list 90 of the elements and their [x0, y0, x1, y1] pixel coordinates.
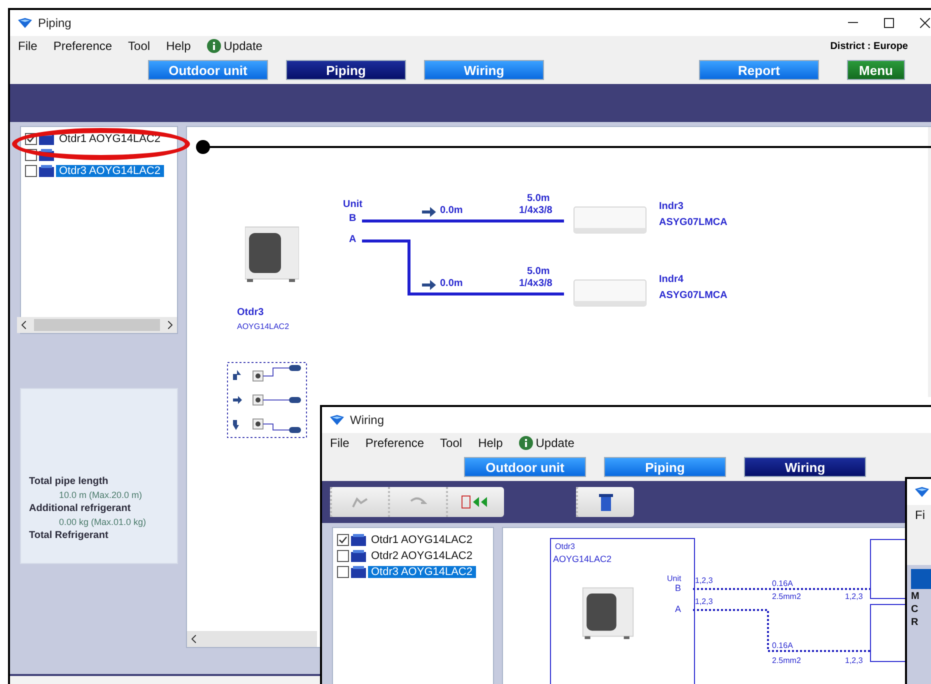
terminal-label: 1,2,3 [845, 592, 863, 601]
trash-icon [598, 492, 614, 512]
pipe-length: 5.0m [527, 193, 550, 204]
app-logo-icon [915, 487, 929, 497]
port-label: B [675, 583, 682, 593]
menu-button[interactable]: Menu [847, 60, 905, 80]
minimize-icon[interactable] [848, 22, 858, 24]
horizontal-scrollbar[interactable] [187, 631, 317, 647]
tree-item[interactable]: Otdr2 AOYG14LAC2 [368, 550, 476, 562]
checkbox[interactable] [337, 534, 349, 546]
nav-tab[interactable]: Outdoor unit [464, 457, 586, 477]
checkbox[interactable] [25, 165, 37, 177]
cable-label: 2.5mm2 [772, 656, 801, 665]
scroll-right-icon[interactable] [168, 321, 173, 329]
port-label: A [675, 604, 682, 614]
current-label: 0.16A [772, 579, 793, 588]
window-title: Piping [38, 16, 72, 30]
pipe-length: 5.0m [527, 266, 550, 277]
tree-item[interactable]: Otdr3 AOYG14LAC2 [368, 566, 476, 578]
nav-tab[interactable]: Wiring [424, 60, 544, 80]
indoor-unit-model: ASYG07LMCA [659, 217, 728, 228]
summary-label: Total pipe length [29, 476, 110, 487]
maximize-icon[interactable] [884, 18, 894, 28]
checkbox[interactable] [337, 550, 349, 562]
summary-label: Total Refrigerant [29, 530, 110, 541]
horizontal-scrollbar[interactable] [17, 317, 177, 333]
outdoor-unit-name: Otdr3 [555, 542, 576, 551]
row-label: C [911, 604, 920, 615]
unit-label: Unit [667, 574, 682, 583]
terminal-label: 1,2,3 [695, 576, 713, 585]
menu-item[interactable]: Help [478, 436, 503, 450]
menu-item[interactable]: Tool [128, 39, 150, 53]
current-label: 0.16A [772, 641, 793, 650]
terminal-label: 1,2,3 [845, 656, 863, 665]
window-title: Wiring [350, 413, 386, 427]
app-logo-icon [330, 415, 344, 425]
app-logo-icon [18, 18, 32, 28]
indoor-unit-name: Indr3 [659, 201, 684, 212]
unit-icon [351, 550, 366, 562]
menu-item[interactable]: Update [224, 39, 262, 53]
row-label: R [911, 617, 920, 628]
arrow-icon [422, 207, 436, 217]
menu-item[interactable]: Fi [915, 508, 925, 522]
summary-value: 0.00 kg (Max.01.0 kg) [58, 517, 148, 527]
tree-item[interactable]: Otdr1 AOYG14LAC2 [368, 534, 476, 546]
menu-item[interactable]: Tool [440, 436, 462, 450]
scroll-left-icon[interactable] [191, 635, 196, 643]
checkbox[interactable] [337, 566, 349, 578]
menu-item[interactable]: File [18, 39, 38, 53]
unit-icon [351, 566, 366, 578]
menu-item[interactable]: Update [536, 436, 574, 450]
outdoor-unit-drawing [245, 225, 299, 283]
port-label: A [349, 234, 356, 245]
info-icon [206, 39, 221, 53]
pipe-size: 1/4x3/8 [519, 278, 552, 289]
scroll-left-icon[interactable] [21, 321, 26, 329]
branch-length: 0.0m [440, 278, 463, 289]
pipe-direction-drawing[interactable] [227, 362, 307, 438]
unit-icon [39, 133, 54, 145]
info-icon [518, 436, 533, 450]
tree-item[interactable]: Otdr1 AOYG14LAC2 [56, 133, 164, 145]
nav-tab[interactable]: Piping [286, 60, 406, 80]
summary-label: Additional refrigerant [29, 503, 132, 514]
menu-item[interactable]: Preference [365, 436, 424, 450]
nav-tab[interactable]: Outdoor unit [148, 60, 268, 80]
cable-label: 2.5mm2 [772, 592, 801, 601]
row-label: M [911, 591, 920, 602]
unit-icon [39, 165, 54, 177]
terminal-label: 1,2,3 [695, 597, 713, 606]
outdoor-unit-name: Otdr3 [237, 307, 264, 318]
close-icon[interactable] [920, 18, 930, 28]
outdoor-unit-model: AOYG14LAC2 [553, 554, 612, 564]
outdoor-unit-model: AOYG14LAC2 [237, 322, 290, 331]
menu-item[interactable]: File [330, 436, 350, 450]
nav-tab[interactable]: Piping [604, 457, 726, 477]
arrow-icon [422, 280, 436, 290]
pipe-size: 1/4x3/8 [519, 205, 552, 216]
nav-tab[interactable]: Report [699, 60, 819, 80]
nav-tab[interactable]: Wiring [744, 457, 866, 477]
district-label: District : Europe [830, 40, 908, 52]
menu-item[interactable]: Preference [53, 39, 112, 53]
port-label: B [349, 213, 356, 224]
branch-length: 0.0m [440, 205, 463, 216]
summary-value: 10.0 m (Max.20.0 m) [58, 490, 144, 500]
indoor-unit-model: ASYG07LMCA [659, 290, 728, 301]
indoor-unit-name: Indr4 [659, 274, 684, 285]
unit-icon [351, 534, 366, 546]
unit-label: Unit [343, 199, 362, 210]
menu-item[interactable]: Help [166, 39, 191, 53]
tree-item[interactable]: Otdr3 AOYG14LAC2 [56, 165, 164, 177]
